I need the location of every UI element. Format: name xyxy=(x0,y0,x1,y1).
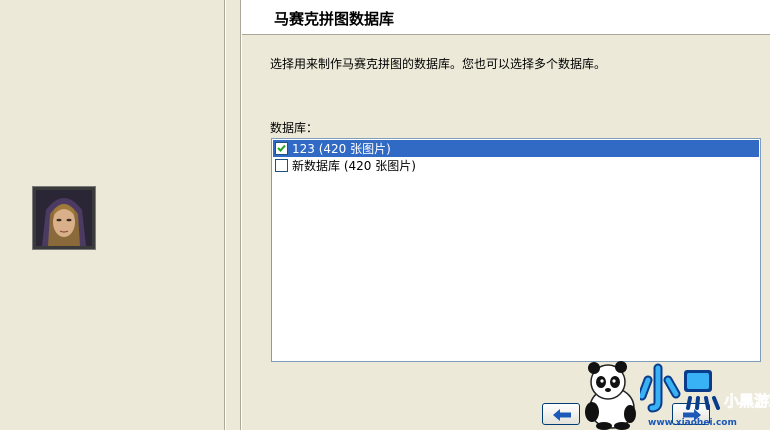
panda-watermark-icon xyxy=(585,361,636,430)
database-checkbox[interactable] xyxy=(275,142,288,155)
left-arrow-icon xyxy=(553,409,571,421)
page-description: 选择用来制作马赛克拼图的数据库。您也可以选择多个数据库。 xyxy=(270,57,607,71)
database-item[interactable]: 123 (420 张图片) xyxy=(273,140,759,157)
brand-watermark-text: 小黑游戏 xyxy=(724,392,770,410)
avatar xyxy=(36,190,92,246)
content-divider-highlight xyxy=(241,0,242,430)
database-checkbox[interactable] xyxy=(275,159,288,172)
database-listbox[interactable]: 123 (420 张图片) 新数据库 (420 张图片) xyxy=(271,138,761,362)
watermark-url: www.xiaohei.com xyxy=(648,418,737,428)
database-list-label: 数据库： xyxy=(270,121,319,135)
back-button[interactable] xyxy=(542,403,580,425)
database-item-label: 新数据库 (420 张图片) xyxy=(292,159,416,173)
panel-divider-highlight xyxy=(225,0,226,430)
avatar-frame xyxy=(32,186,96,250)
wizard-header: 马赛克拼图数据库 xyxy=(242,0,770,35)
page-title: 马赛克拼图数据库 xyxy=(274,10,395,28)
database-item-label: 123 (420 张图片) xyxy=(292,142,391,156)
side-panel xyxy=(0,0,224,430)
checkmark-icon xyxy=(277,144,286,152)
database-item[interactable]: 新数据库 (420 张图片) xyxy=(273,157,759,174)
